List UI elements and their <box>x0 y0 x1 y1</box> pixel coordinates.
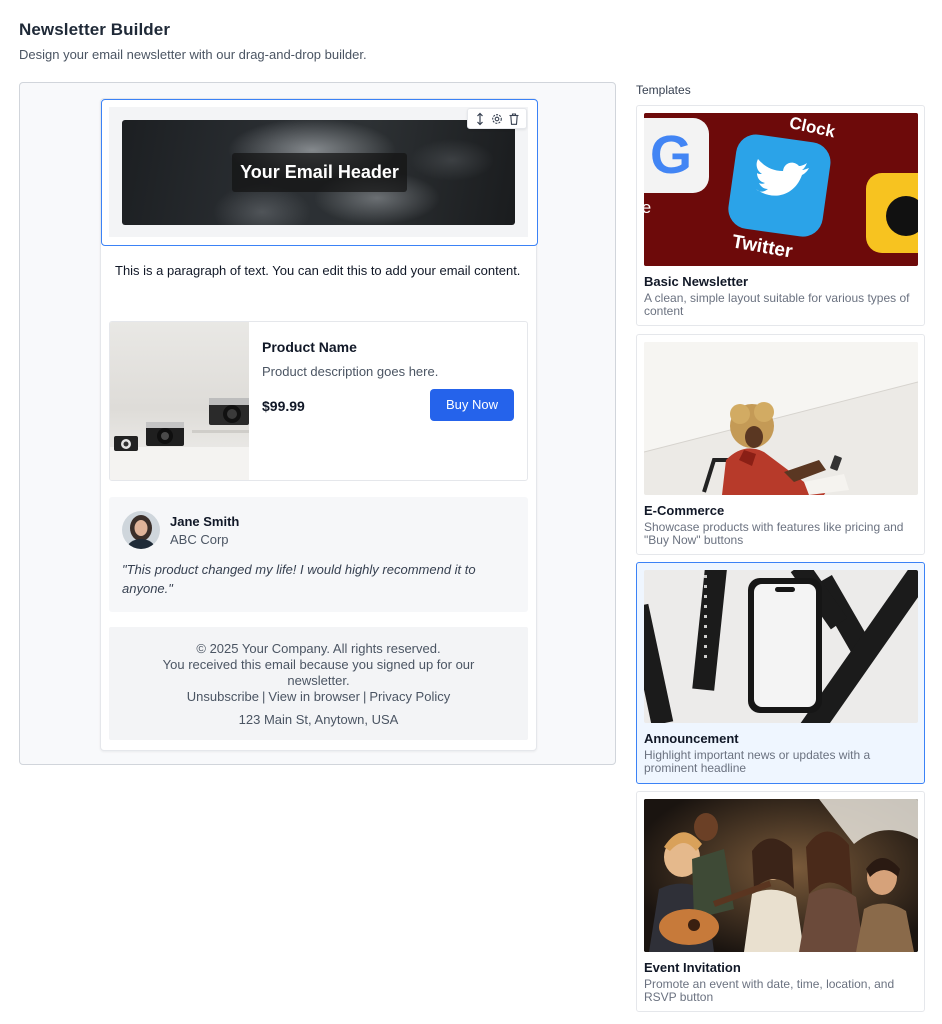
template-description: A clean, simple layout suitable for vari… <box>644 291 910 318</box>
template-card-basic-newsletter[interactable]: G Twitter Clock le Basic Newsletter A cl… <box>636 105 925 326</box>
svg-text:le: le <box>644 198 651 217</box>
footer-links: Unsubscribe | View in browser | Privacy Poli… <box>109 689 528 705</box>
product-name: Product Name <box>262 339 357 355</box>
template-image-person-phone <box>644 342 918 495</box>
product-block[interactable]: Product Name Product description goes he… <box>109 321 528 481</box>
template-name: Basic Newsletter <box>644 274 749 289</box>
header-block-inner: Your Email Header <box>109 107 528 237</box>
template-card-announcement[interactable]: Announcement Highlight important news or… <box>636 562 925 784</box>
product-image <box>110 322 249 480</box>
testimonial-quote: "This product changed my life! I would h… <box>122 562 476 596</box>
paragraph-block[interactable]: This is a paragraph of text. You can edi… <box>115 261 525 280</box>
template-description: Showcase products with features like pri… <box>644 520 904 547</box>
template-name: Event Invitation <box>644 960 741 975</box>
email-preview: Your Email Header This is a paragraph of… <box>100 98 538 751</box>
builder-canvas: Your Email Header This is a paragraph of… <box>19 82 616 765</box>
template-description: Promote an event with date, time, locati… <box>644 977 895 1004</box>
header-image: Your Email Header <box>122 120 515 225</box>
product-description: Product description goes here. <box>262 364 439 379</box>
move-vertical-icon[interactable] <box>473 112 487 126</box>
unsubscribe-link[interactable]: Unsubscribe <box>187 689 259 704</box>
template-name: E-Commerce <box>644 503 725 518</box>
template-image-party-friends <box>644 799 918 952</box>
template-image-social-apps: G Twitter Clock le <box>644 113 918 266</box>
page-header: Newsletter Builder Design your email new… <box>19 20 367 62</box>
link-separator: | <box>262 689 266 704</box>
footer-notice: You received this email because you sign… <box>162 657 475 688</box>
link-separator: | <box>362 689 367 704</box>
header-title[interactable]: Your Email Header <box>232 153 407 192</box>
footer-address: 123 Main St, Anytown, USA <box>238 712 399 727</box>
templates-label: Templates <box>636 83 691 97</box>
template-description: Highlight important news or updates with… <box>644 748 871 775</box>
buy-now-button[interactable]: Buy Now <box>430 389 514 421</box>
template-card-e-commerce[interactable]: E-Commerce Showcase products with featur… <box>636 334 925 555</box>
testimonial-company: ABC Corp <box>170 532 229 547</box>
svg-text:G: G <box>650 125 692 185</box>
page-title: Newsletter Builder <box>19 20 171 39</box>
header-block[interactable]: Your Email Header <box>101 99 538 246</box>
avatar <box>122 511 160 549</box>
template-image-phone-film <box>644 570 918 723</box>
footer-block[interactable]: © 2025 Your Company. All rights reserved… <box>109 627 528 740</box>
testimonial-block[interactable]: Jane Smith ABC Corp "This product change… <box>109 497 528 612</box>
view-in-browser-link[interactable]: View in browser <box>268 689 360 704</box>
product-price: $99.99 <box>262 398 305 414</box>
template-name: Announcement <box>644 731 739 746</box>
block-toolbar <box>467 108 527 129</box>
footer-copyright: © 2025 Your Company. All rights reserved… <box>196 641 441 656</box>
trash-icon[interactable] <box>507 112 521 126</box>
template-card-event-invitation[interactable]: Event Invitation Promote an event with d… <box>636 791 925 1012</box>
page-subtitle: Design your email newsletter with our dr… <box>19 47 367 62</box>
testimonial-name: Jane Smith <box>170 514 240 529</box>
settings-icon[interactable] <box>490 112 504 126</box>
privacy-policy-link[interactable]: Privacy Policy <box>369 689 450 704</box>
cameras-illustration <box>110 398 249 480</box>
